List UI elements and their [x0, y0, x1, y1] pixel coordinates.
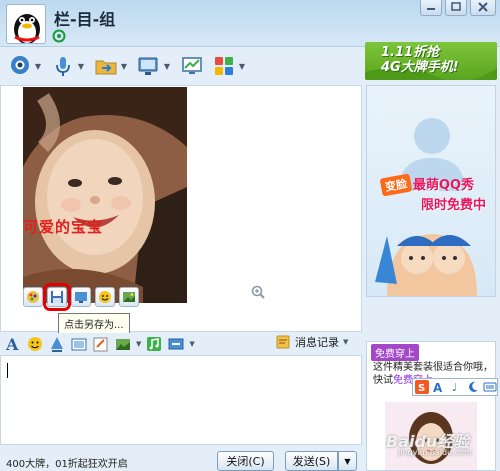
more-tools-icon[interactable] [167, 335, 185, 353]
watermark-url: jingyan.baidu.com [398, 448, 472, 457]
webcam-button[interactable]: ▼ [6, 52, 45, 80]
title-bar: 栏-目-组 [0, 0, 500, 47]
music-icon[interactable] [145, 335, 163, 353]
send-button[interactable]: 发送(S) [285, 451, 338, 471]
free-wear-tag[interactable]: 免费穿上 [371, 344, 419, 361]
paint-icon [27, 291, 39, 303]
ad-top-line1: 1.11折抢 [381, 45, 440, 60]
chevron-down-icon[interactable]: ▼ [189, 340, 194, 348]
emoticon-icon[interactable] [26, 335, 44, 353]
half-width-mode-icon [469, 381, 478, 392]
send-to-phone-button[interactable] [71, 287, 91, 307]
chevron-down-icon: ▼ [344, 456, 351, 466]
minimize-button[interactable] [420, 0, 442, 16]
apps-icon [215, 57, 233, 75]
maximize-button[interactable] [445, 0, 467, 16]
handwriting-icon[interactable] [92, 335, 110, 353]
ad-right-line2: 限时免费中 [421, 198, 487, 213]
screen-icon [75, 292, 87, 303]
image-edit-button[interactable] [23, 287, 43, 307]
chat-history-icon [276, 335, 290, 349]
soft-keyboard-icon [483, 382, 497, 392]
picture-icon [123, 292, 135, 302]
microphone-icon [56, 57, 70, 76]
ad-top-line2: 4G大牌手机! [381, 60, 459, 75]
svg-text:S: S [418, 383, 425, 394]
message-history-label: 消息记录 [295, 336, 339, 349]
smiley-icon [99, 291, 111, 303]
qq-show-ad[interactable]: 变脸 最萌QQ秀 限时免费中 [366, 85, 496, 297]
top-ad-banner[interactable]: 1.11折抢 4G大牌手机! [365, 42, 497, 80]
language-mode-icon: A [433, 381, 443, 394]
avatar[interactable] [6, 4, 46, 44]
save-as-tooltip: 点击另存为... [58, 313, 130, 334]
send-options-button[interactable]: ▼ [338, 451, 357, 471]
baby-photo[interactable] [23, 87, 187, 303]
font-icon[interactable]: A [4, 335, 22, 353]
chevron-down-icon[interactable]: ▼ [136, 340, 141, 348]
chevron-down-icon[interactable]: ▼ [343, 338, 348, 346]
input-method-bar[interactable]: S A ♩ [412, 378, 498, 396]
remote-desktop-icon [138, 57, 158, 75]
sogou-logo-icon: S [415, 380, 429, 394]
remote-desktop-button[interactable]: ▼ [135, 52, 174, 80]
screen-share-button[interactable] [178, 52, 206, 80]
add-emoticon-button[interactable] [95, 287, 115, 307]
chevron-down-icon[interactable]: ▼ [76, 62, 86, 71]
file-transfer-button[interactable]: ▼ [92, 52, 131, 80]
chevron-down-icon[interactable]: ▼ [33, 62, 43, 71]
image-viewer-button[interactable] [119, 287, 139, 307]
apps-button[interactable]: ▼ [210, 52, 249, 80]
svg-text:♩: ♩ [452, 381, 457, 394]
status-icon[interactable] [52, 29, 66, 43]
voice-button[interactable]: ▼ [49, 52, 88, 80]
zoom-in-icon[interactable] [251, 285, 265, 299]
close-window-button[interactable] [470, 0, 496, 16]
ad-right-line1: 最萌QQ秀 [413, 178, 475, 193]
screenshot-icon[interactable] [70, 335, 88, 353]
svg-text:A: A [5, 335, 19, 353]
chat-toolbar: ▼ ▼ ▼ ▼ ▼ [0, 47, 365, 85]
message-input[interactable] [0, 355, 362, 445]
save-icon [51, 291, 63, 303]
punctuation-mode-icon: ♩ [452, 381, 457, 394]
chevron-down-icon[interactable]: ▼ [162, 62, 172, 71]
message-history-area[interactable]: 可爱的宝宝 点击另存为... [0, 85, 362, 334]
chevron-down-icon[interactable]: ▼ [237, 62, 247, 71]
close-button[interactable]: 关闭(C) [217, 451, 274, 471]
file-transfer-icon [95, 60, 117, 75]
svg-text:A: A [433, 381, 443, 394]
image-toolbar [23, 283, 139, 311]
photo-caption: 可爱的宝宝 [23, 218, 104, 236]
text-cursor [7, 363, 8, 378]
screen-share-icon [182, 57, 202, 74]
chevron-down-icon[interactable]: ▼ [119, 62, 129, 71]
save-as-button[interactable] [43, 283, 71, 311]
webcam-icon [11, 56, 29, 74]
footer-notice[interactable]: 400大牌，01折起狂欢开启 [6, 455, 128, 470]
image-insert-icon[interactable] [114, 335, 132, 353]
message-history-button[interactable]: 消息记录 ▼ [275, 334, 348, 350]
contact-name: 栏-目-组 [54, 10, 116, 29]
shake-window-icon[interactable] [48, 335, 66, 353]
